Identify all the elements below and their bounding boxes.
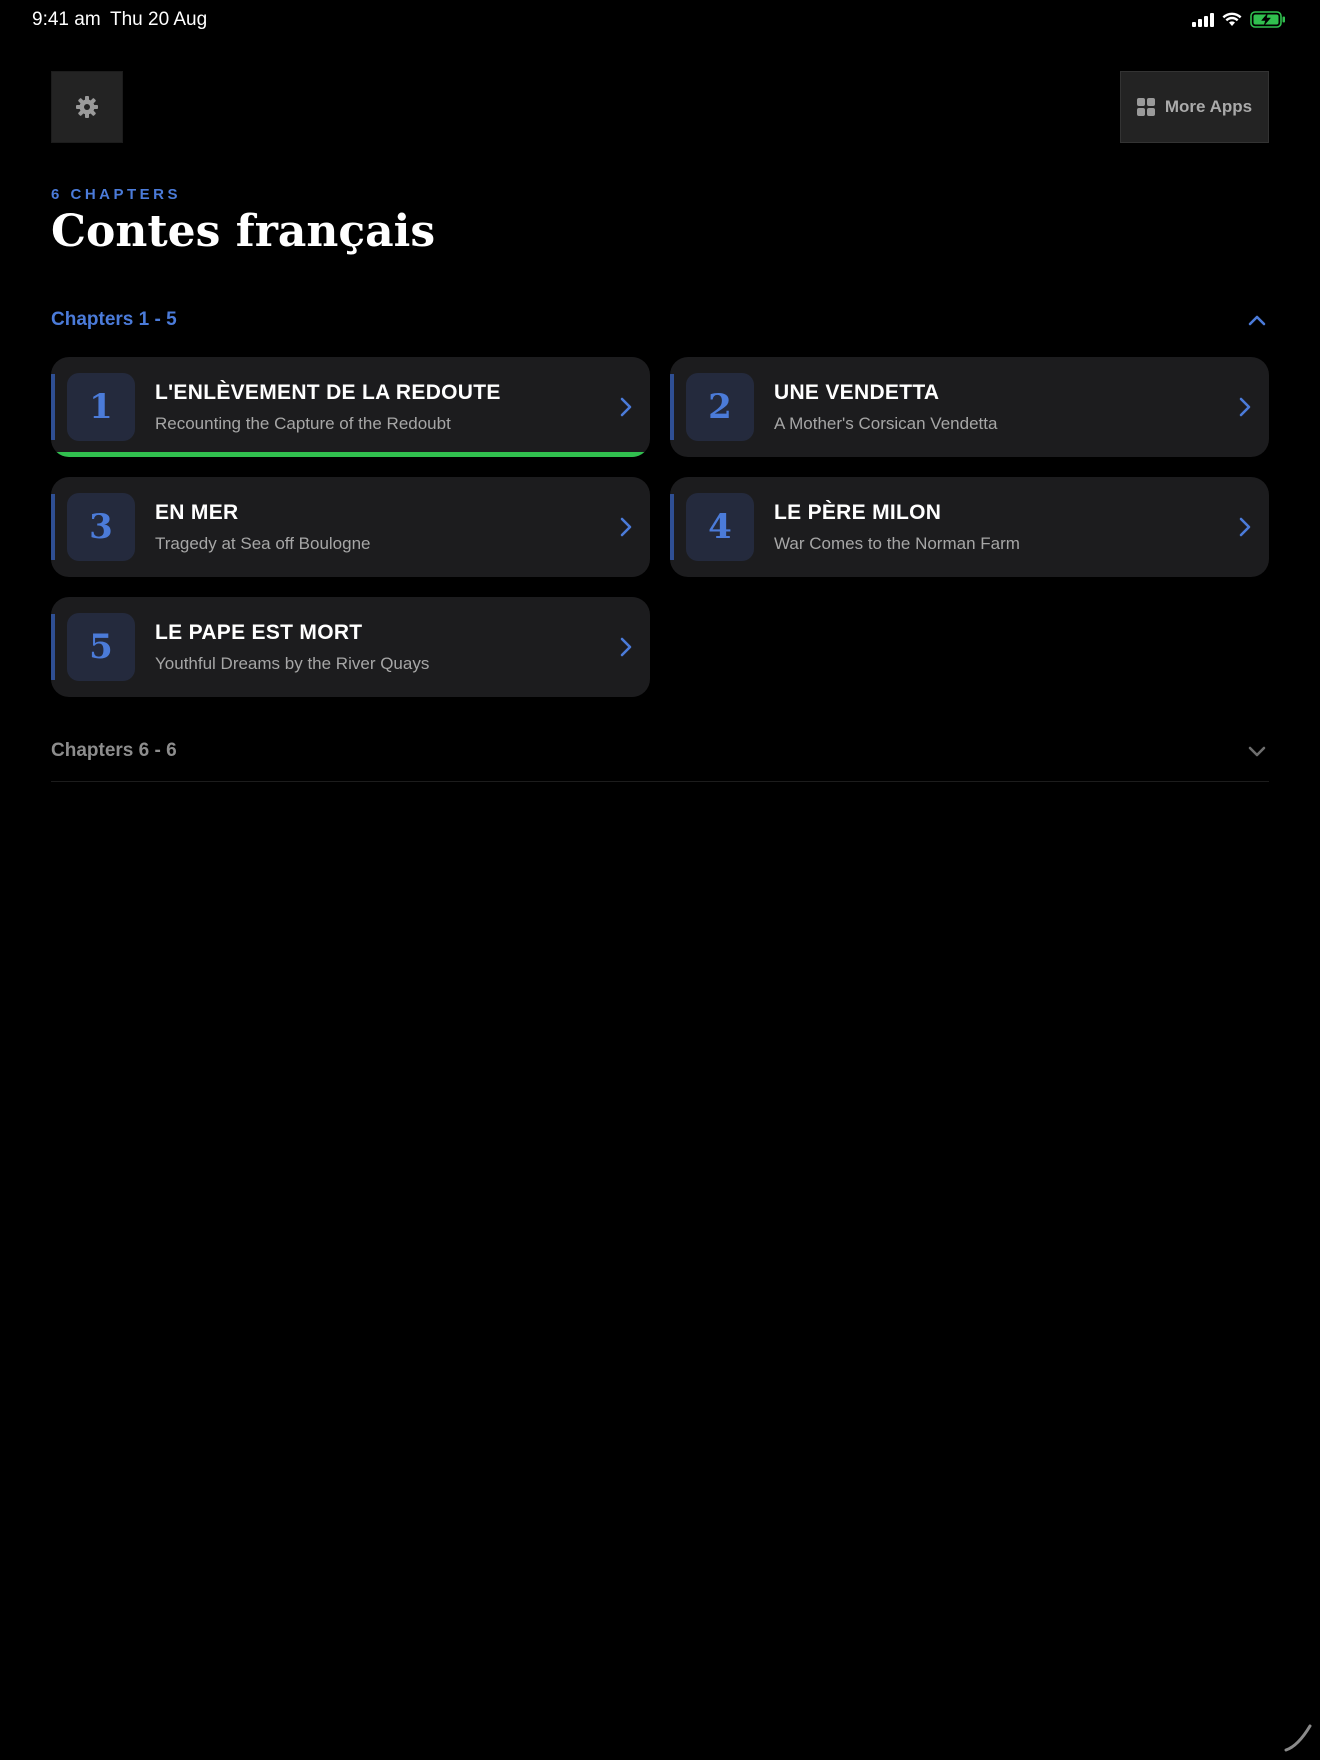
chapter-title: UNE VENDETTA (774, 381, 940, 404)
chapter-title: LE PAPE EST MORT (155, 621, 363, 644)
section-header-chapters-1-5[interactable]: Chapters 1 - 5 (51, 300, 1269, 340)
chevron-right-icon (1239, 397, 1251, 417)
chapter-subtitle: Recounting the Capture of the Redoubt (155, 414, 451, 433)
chevron-right-icon (620, 397, 632, 417)
settings-button[interactable] (51, 71, 123, 143)
chapter-card-2[interactable]: 2 UNE VENDETTA A Mother's Corsican Vende… (670, 357, 1269, 457)
chapter-subtitle: A Mother's Corsican Vendetta (774, 414, 998, 433)
chapter-subtitle: Tragedy at Sea off Boulogne (155, 534, 371, 553)
cellular-signal-icon (1192, 12, 1214, 27)
section-label: Chapters 6 - 6 (51, 740, 177, 761)
chapter-progress-bar (51, 452, 650, 457)
chapter-number: 5 (67, 613, 135, 681)
chapter-count: 6 CHAPTERS (51, 186, 182, 203)
chapter-number: 3 (67, 493, 135, 561)
card-accent (670, 374, 674, 440)
chevron-right-icon (1239, 517, 1251, 537)
status-icons (1192, 11, 1286, 28)
chevron-right-icon (620, 637, 632, 657)
chapter-title: LE PÈRE MILON (774, 501, 942, 524)
more-apps-label: More Apps (1164, 97, 1253, 116)
more-apps-button[interactable]: More Apps (1120, 71, 1269, 143)
battery-charging-icon (1250, 11, 1285, 28)
section-header-chapters-6-6[interactable]: Chapters 6 - 6 (51, 730, 1269, 782)
chapter-number: 2 (686, 373, 754, 441)
gear-icon (76, 96, 98, 118)
chapter-number: 4 (686, 493, 754, 561)
chevron-up-icon (1248, 315, 1266, 326)
grid-icon (1136, 98, 1155, 116)
chapter-card-5[interactable]: 5 LE PAPE EST MORT Youthful Dreams by th… (51, 597, 650, 697)
card-accent (670, 494, 674, 560)
status-time: 9:41 am (32, 9, 101, 30)
chevron-right-icon (620, 517, 632, 537)
chapter-subtitle: Youthful Dreams by the River Quays (155, 654, 430, 673)
chapter-progress-fill (51, 452, 650, 457)
book-title: Contes français (51, 206, 436, 257)
status-bar: 9:41 am Thu 20 Aug (0, 0, 1320, 42)
chapter-card-1[interactable]: 1 L'ENLÈVEMENT DE LA REDOUTE Recounting … (51, 357, 650, 457)
section-label: Chapters 1 - 5 (51, 309, 177, 330)
card-accent (51, 374, 55, 440)
chapter-subtitle: War Comes to the Norman Farm (774, 534, 1020, 553)
chapter-title: EN MER (155, 501, 239, 524)
chapter-card-3[interactable]: 3 EN MER Tragedy at Sea off Boulogne (51, 477, 650, 577)
status-date: Thu 20 Aug (110, 9, 208, 30)
chapter-title: L'ENLÈVEMENT DE LA REDOUTE (155, 381, 501, 404)
wifi-icon (1222, 12, 1242, 26)
scroll-corner-indicator (1284, 1724, 1312, 1752)
card-accent (51, 494, 55, 560)
chevron-down-icon (1248, 746, 1266, 757)
card-accent (51, 614, 55, 680)
chapter-card-4[interactable]: 4 LE PÈRE MILON War Comes to the Norman … (670, 477, 1269, 577)
chapter-number: 1 (67, 373, 135, 441)
